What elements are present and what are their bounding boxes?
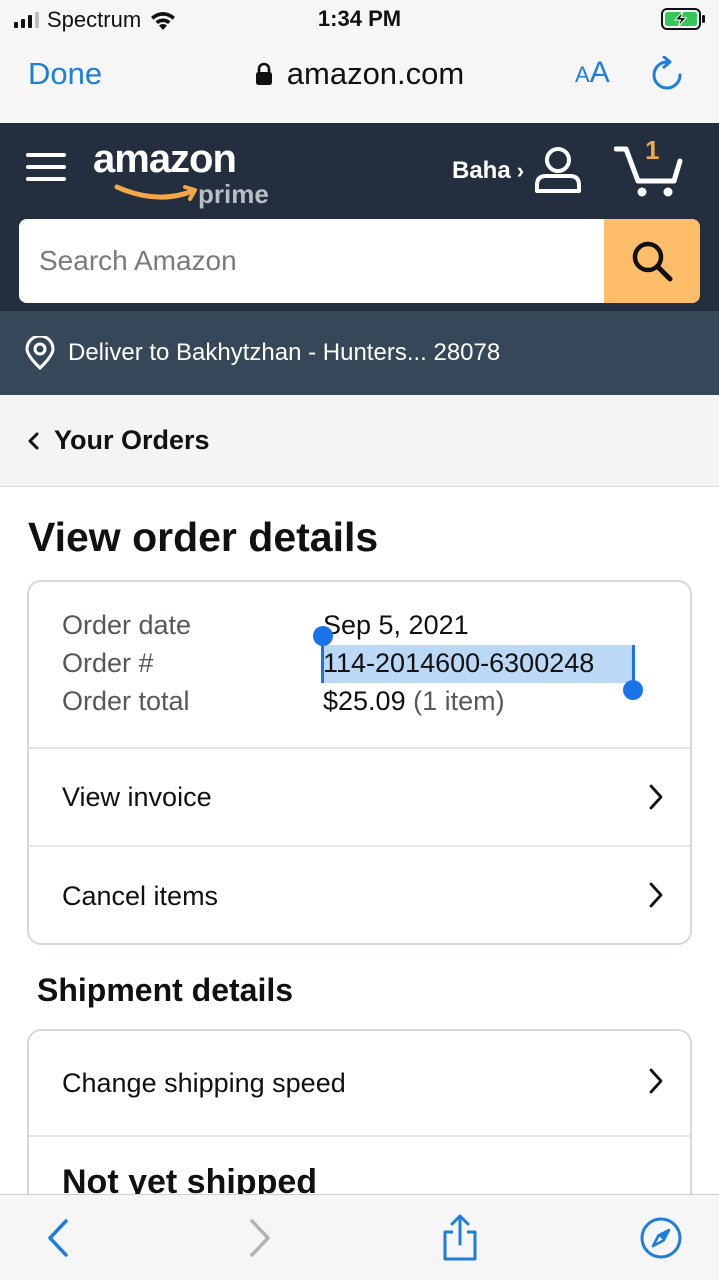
view-invoice-label: View invoice: [62, 781, 212, 812]
back-icon: [48, 1219, 68, 1257]
logo-prime-text: prime: [198, 179, 269, 209]
change-shipping-speed-label: Change shipping speed: [62, 1067, 346, 1098]
search-icon: [632, 241, 673, 282]
text-size-button[interactable]: AA: [575, 56, 610, 90]
deliver-to-bar[interactable]: Deliver to Bakhytzhan - Hunters... 28078: [0, 311, 719, 395]
status-bar: Spectrum 1:34 PM: [0, 0, 719, 40]
deliver-to-text: Deliver to Bakhytzhan - Hunters... 28078: [68, 339, 501, 366]
order-date-label: Order date: [62, 610, 192, 640]
share-button[interactable]: [438, 1214, 482, 1261]
chevron-left-icon: [28, 432, 39, 449]
reload-icon[interactable]: [650, 56, 684, 94]
safari-address-bar: Done amazon.com AA: [0, 40, 719, 123]
compass-icon: [640, 1217, 682, 1259]
breadcrumb[interactable]: Your Orders: [0, 395, 719, 487]
order-number-label: Order #: [62, 648, 154, 678]
order-number-value[interactable]: 114-2014600-6300248: [323, 648, 594, 679]
order-total-value: $25.09 (1 item): [323, 686, 505, 717]
selection-handle-end[interactable]: [623, 680, 643, 700]
cancel-items-row[interactable]: Cancel items: [29, 847, 690, 943]
amazon-header: amazon prime Baha › 1: [0, 123, 719, 311]
url-field: amazon.com: [0, 56, 719, 92]
order-total-label: Order total: [62, 686, 190, 716]
page-title: View order details: [28, 514, 379, 560]
chevron-right-icon: [649, 1068, 663, 1094]
chevron-right-icon: [649, 882, 663, 908]
forward-button[interactable]: [240, 1215, 280, 1261]
order-total-amount: $25.09: [323, 686, 406, 716]
search-button[interactable]: [604, 219, 700, 303]
breadcrumb-your-orders: Your Orders: [54, 425, 210, 455]
selection-caret-start: [321, 645, 324, 683]
safari-toolbar: [0, 1194, 719, 1280]
smile-arrow-icon: [114, 184, 197, 201]
account-name: Baha: [452, 157, 511, 184]
cart-count-badge: 1: [645, 135, 660, 165]
text-size-small-label: A: [575, 62, 590, 87]
search-input[interactable]: [19, 219, 604, 303]
shipment-details-heading: Shipment details: [37, 972, 294, 1008]
selection-handle-start[interactable]: [313, 626, 333, 646]
change-shipping-speed-row[interactable]: Change shipping speed: [29, 1031, 690, 1137]
clock: 1:34 PM: [317, 6, 402, 31]
bookmarks-button[interactable]: [638, 1215, 684, 1261]
account-chevron: ›: [516, 158, 525, 183]
order-date-value: Sep 5, 2021: [323, 610, 469, 640]
cancel-items-label: Cancel items: [62, 880, 219, 911]
url-text[interactable]: amazon.com: [287, 56, 464, 92]
chevron-right-icon: [649, 784, 663, 810]
location-pin-icon: [25, 336, 55, 370]
account-link[interactable]: Baha ›: [452, 157, 524, 185]
user-icon[interactable]: [533, 145, 583, 195]
amazon-prime-logo[interactable]: amazon prime: [93, 137, 278, 211]
share-icon: [443, 1214, 477, 1261]
done-button[interactable]: Done: [28, 56, 102, 92]
back-button[interactable]: [38, 1215, 78, 1261]
text-size-big-label: A: [589, 56, 610, 89]
selection-caret-end: [632, 645, 635, 683]
view-invoice-row[interactable]: View invoice: [29, 749, 690, 847]
logo-wordmark: amazon: [93, 137, 237, 181]
forward-icon: [250, 1219, 270, 1257]
battery-charging-icon: [661, 8, 705, 30]
search-bar: [19, 219, 700, 303]
order-details-card: Order date Sep 5, 2021 Order # 114-20146…: [27, 580, 692, 945]
order-item-count: (1 item): [413, 686, 505, 716]
order-summary: Order date Sep 5, 2021 Order # 114-20146…: [29, 582, 690, 749]
menu-icon[interactable]: [26, 149, 66, 185]
lock-icon: [255, 62, 272, 85]
